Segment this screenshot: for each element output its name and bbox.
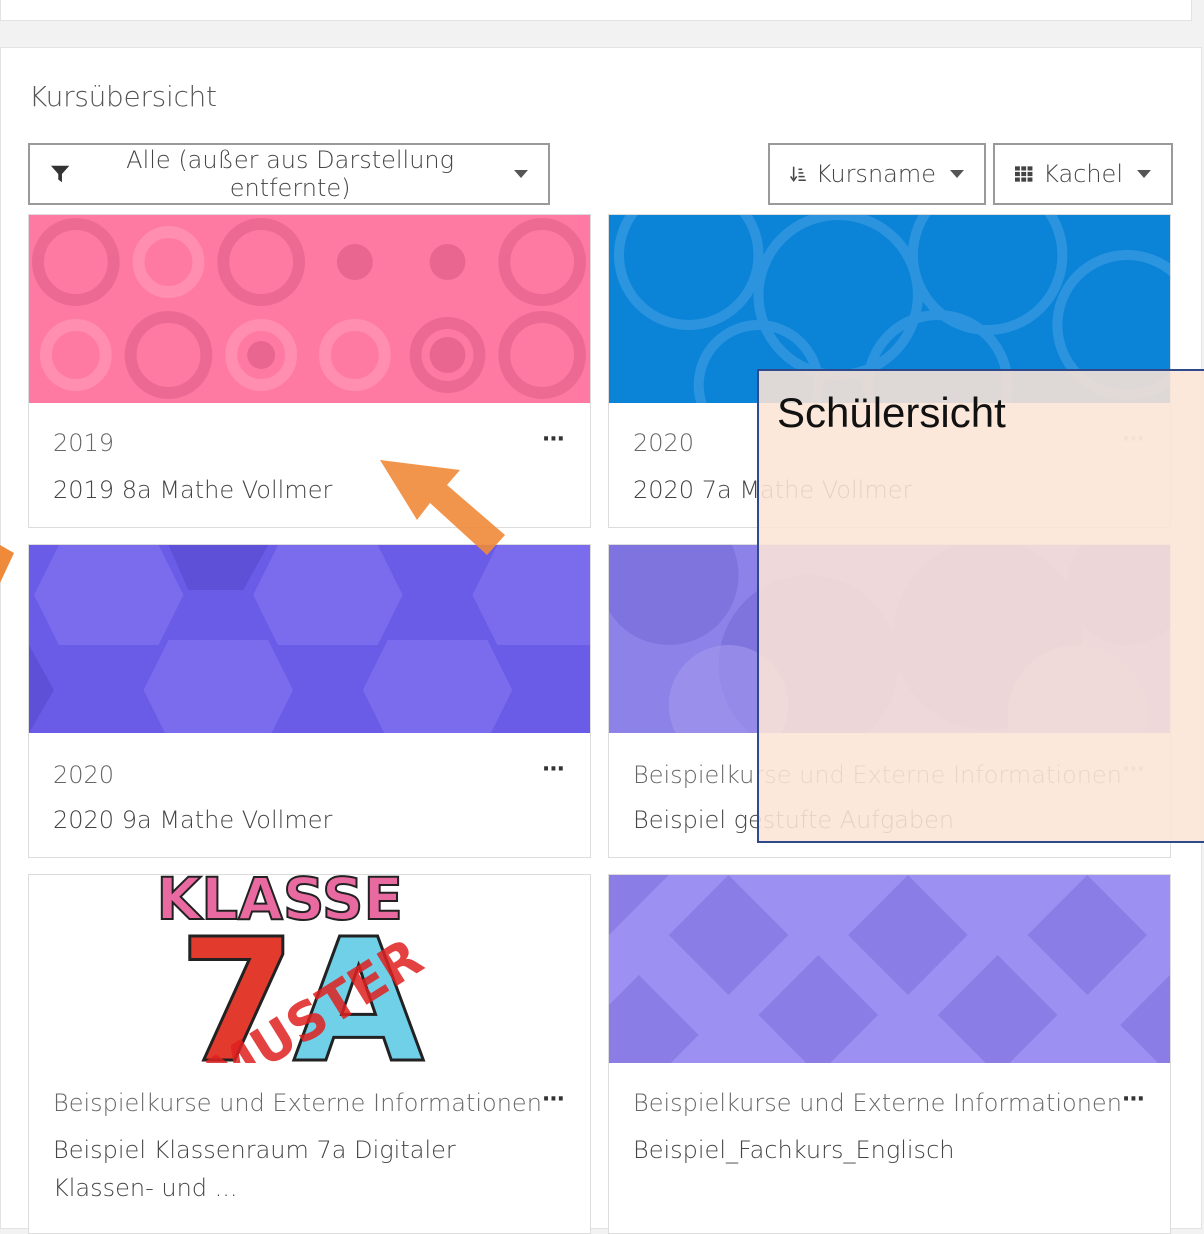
course-name[interactable]: 2020 9a Mathe Vollmer [53, 801, 543, 839]
overlay-label: Schülersicht [777, 389, 1006, 436]
annotation-arrow-partial [0, 545, 14, 583]
course-image: KLASSE 7 A MUSTER [29, 875, 590, 1063]
course-image [29, 215, 590, 403]
annotation-arrow [380, 460, 505, 555]
course-card[interactable]: KLASSE 7 A MUSTER Beispielkurse und Exte… [28, 874, 591, 1234]
sort-icon [790, 166, 806, 182]
sort-dropdown-button[interactable]: Kursname [768, 143, 986, 205]
more-options-icon[interactable]: ··· [1122, 1087, 1145, 1112]
sort-label: Kursname [815, 160, 936, 188]
student-view-overlay: Schülersicht [757, 369, 1204, 843]
grid-icon [1015, 166, 1033, 182]
view-label: Kachel [1043, 160, 1123, 188]
more-options-icon[interactable]: ··· [542, 757, 565, 782]
course-image [29, 545, 590, 733]
filter-label: Alle (außer aus Darstellung entfernte) [126, 146, 455, 202]
view-dropdown-button[interactable]: Kachel [993, 143, 1173, 205]
course-name[interactable]: Beispiel Klassenraum 7a Digitaler Klasse… [53, 1131, 543, 1207]
course-card[interactable]: Beispielkurse und Externe Informationen … [608, 874, 1171, 1234]
chevron-down-icon [514, 170, 528, 178]
page-title: Kursübersicht [29, 80, 217, 113]
top-strip [0, 0, 1192, 21]
course-category: Beispielkurse und Externe Informationen [53, 1089, 542, 1117]
course-name[interactable]: Beispiel_Fachkurs_Englisch [633, 1131, 1123, 1169]
course-category: 2019 [53, 429, 115, 457]
chevron-down-icon [1137, 170, 1151, 178]
chevron-down-icon [950, 170, 964, 178]
filter-icon [50, 165, 70, 183]
filter-dropdown-button[interactable]: Alle (außer aus Darstellung entfernte) [28, 143, 550, 205]
more-options-icon[interactable]: ··· [542, 1087, 565, 1112]
course-category: Beispielkurse und Externe Informationen [633, 1089, 1122, 1117]
course-category: 2020 [53, 761, 115, 789]
course-card[interactable]: 2020 2020 9a Mathe Vollmer ··· [28, 544, 591, 858]
klasse-drawing: KLASSE 7 A MUSTER [156, 875, 434, 1063]
course-image [609, 875, 1170, 1063]
course-category: 2020 [633, 429, 695, 457]
more-options-icon[interactable]: ··· [542, 427, 565, 452]
